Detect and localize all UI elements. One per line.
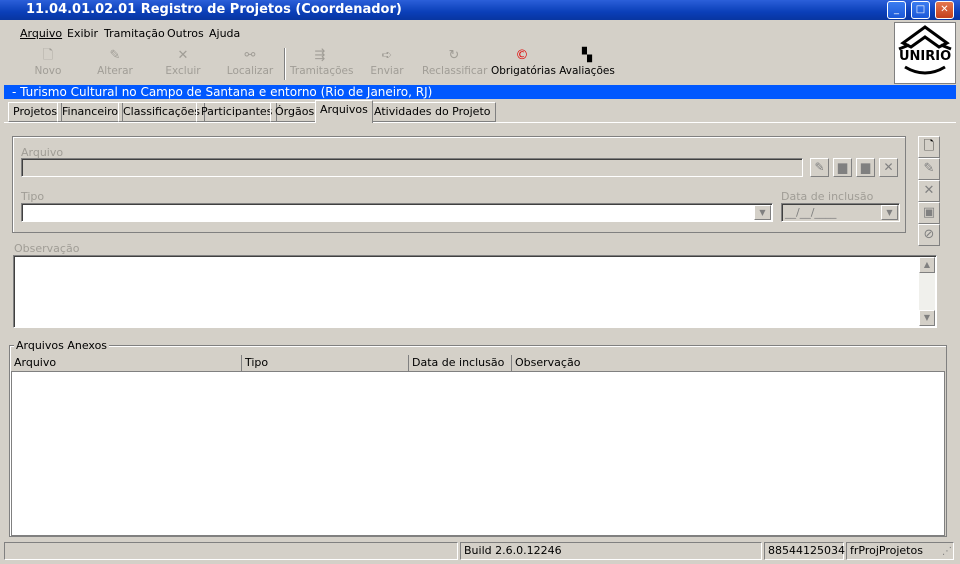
- tab-atividades[interactable]: Atividades do Projeto: [369, 102, 496, 122]
- delete-x-icon: ✕: [177, 48, 189, 63]
- excluir-button[interactable]: ✕ Excluir: [160, 48, 206, 80]
- resize-grip-icon[interactable]: ⋰: [942, 546, 952, 557]
- new-record-icon[interactable]: 🗋: [918, 136, 940, 158]
- required-icon: ©: [515, 48, 529, 63]
- observacao-label: Observação: [14, 242, 80, 255]
- tramitacoes-button[interactable]: ⇶ Tramitações: [290, 48, 353, 80]
- column-header-arquivo[interactable]: Arquivo: [11, 355, 242, 372]
- binoculars-icon: ⚯: [244, 48, 256, 63]
- tab-orgaos[interactable]: Órgãos: [270, 102, 320, 122]
- close-button[interactable]: ✕: [935, 1, 954, 19]
- scroll-down-icon[interactable]: ▼: [919, 310, 935, 326]
- alterar-button[interactable]: ✎ Alterar: [92, 48, 138, 80]
- novo-button[interactable]: 🗋 Novo: [28, 48, 68, 80]
- edit-icon: ✎: [109, 48, 121, 63]
- tab-projetos[interactable]: Projetos: [8, 102, 63, 122]
- tipo-dropdown-arrow-icon[interactable]: ▼: [754, 205, 771, 220]
- column-header-tipo[interactable]: Tipo: [242, 355, 409, 372]
- status-build: Build 2.6.0.12246: [460, 542, 762, 560]
- unirio-logo: UNIRIO: [894, 22, 956, 84]
- scroll-up-icon[interactable]: ▲: [919, 257, 935, 273]
- reclassificar-button[interactable]: ↻ Reclassificar: [422, 48, 487, 80]
- data-inclusao-label: Data de inclusão: [781, 190, 874, 203]
- new-document-icon: 🗋: [42, 48, 54, 63]
- save-record-icon[interactable]: ▣: [918, 202, 940, 224]
- anexos-grid[interactable]: [11, 355, 945, 536]
- menu-bar: Arquivo Exibir Tramitação Outros Ajuda: [4, 22, 890, 44]
- menu-arquivo[interactable]: Arquivo: [20, 27, 62, 40]
- tab-arquivos[interactable]: Arquivos: [315, 100, 373, 123]
- open-folder-icon[interactable]: ▆: [833, 158, 852, 177]
- status-panel-main: [4, 542, 458, 560]
- tipo-label: Tipo: [21, 190, 45, 203]
- logo-text: UNIRIO: [899, 49, 952, 64]
- obrigatorias-button[interactable]: © Obrigatórias: [491, 48, 556, 80]
- cancel-record-icon[interactable]: ⊘: [918, 224, 940, 246]
- maximize-button[interactable]: □: [911, 1, 930, 19]
- tab-financeiro[interactable]: Financeiro: [57, 102, 124, 122]
- arquivos-anexos-legend: Arquivos Anexos: [14, 339, 110, 352]
- reclassify-icon: ↻: [448, 48, 460, 63]
- column-header-data-inclusao[interactable]: Data de inclusão: [409, 355, 512, 372]
- observacao-textarea[interactable]: [13, 255, 937, 328]
- tab-participantes[interactable]: Participantes: [196, 102, 278, 122]
- menu-outros[interactable]: Outros: [167, 27, 204, 40]
- delete-record-icon[interactable]: ✕: [918, 180, 940, 202]
- menu-tramitacao[interactable]: Tramitação: [104, 27, 165, 40]
- evaluations-icon: ▚: [582, 48, 592, 63]
- arquivo-field[interactable]: [21, 158, 803, 177]
- edit-record-icon[interactable]: ✎: [918, 158, 940, 180]
- window-title: 11.04.01.02.01 Registro de Projetos (Coo…: [26, 2, 402, 17]
- column-header-observacao[interactable]: Observação: [512, 355, 945, 372]
- title-bar: 11.04.01.02.01 Registro de Projetos (Coo…: [0, 0, 960, 20]
- status-bar: Build 2.6.0.12246 88544125034 frProjProj…: [4, 542, 956, 560]
- enviar-button[interactable]: ➪ Enviar: [366, 48, 408, 80]
- routing-icon: ⇶: [314, 48, 326, 63]
- folder-icon[interactable]: ▆: [856, 158, 875, 177]
- project-title-bar: - Turismo Cultural no Campo de Santana e…: [4, 85, 956, 99]
- date-dropdown-arrow-icon[interactable]: ▼: [881, 205, 898, 220]
- localizar-button[interactable]: ⚯ Localizar: [226, 48, 274, 80]
- attach-icon[interactable]: ✎: [810, 158, 829, 177]
- status-form: frProjProjetos: [846, 542, 954, 560]
- menu-exibir[interactable]: Exibir: [67, 27, 98, 40]
- clear-icon[interactable]: ✕: [879, 158, 898, 177]
- avaliacoes-button[interactable]: ▚ Avaliações: [558, 48, 616, 80]
- toolbar: 🗋 Novo ✎ Alterar ✕ Excluir ⚯ Localizar ⇶…: [4, 46, 890, 82]
- tab-classificacoes[interactable]: Classificações: [118, 102, 205, 122]
- tipo-select[interactable]: [21, 203, 773, 222]
- send-icon: ➪: [381, 48, 393, 63]
- status-id: 88544125034: [764, 542, 845, 560]
- menu-ajuda[interactable]: Ajuda: [209, 27, 240, 40]
- minimize-button[interactable]: _: [887, 1, 906, 19]
- toolbar-separator: [284, 48, 286, 80]
